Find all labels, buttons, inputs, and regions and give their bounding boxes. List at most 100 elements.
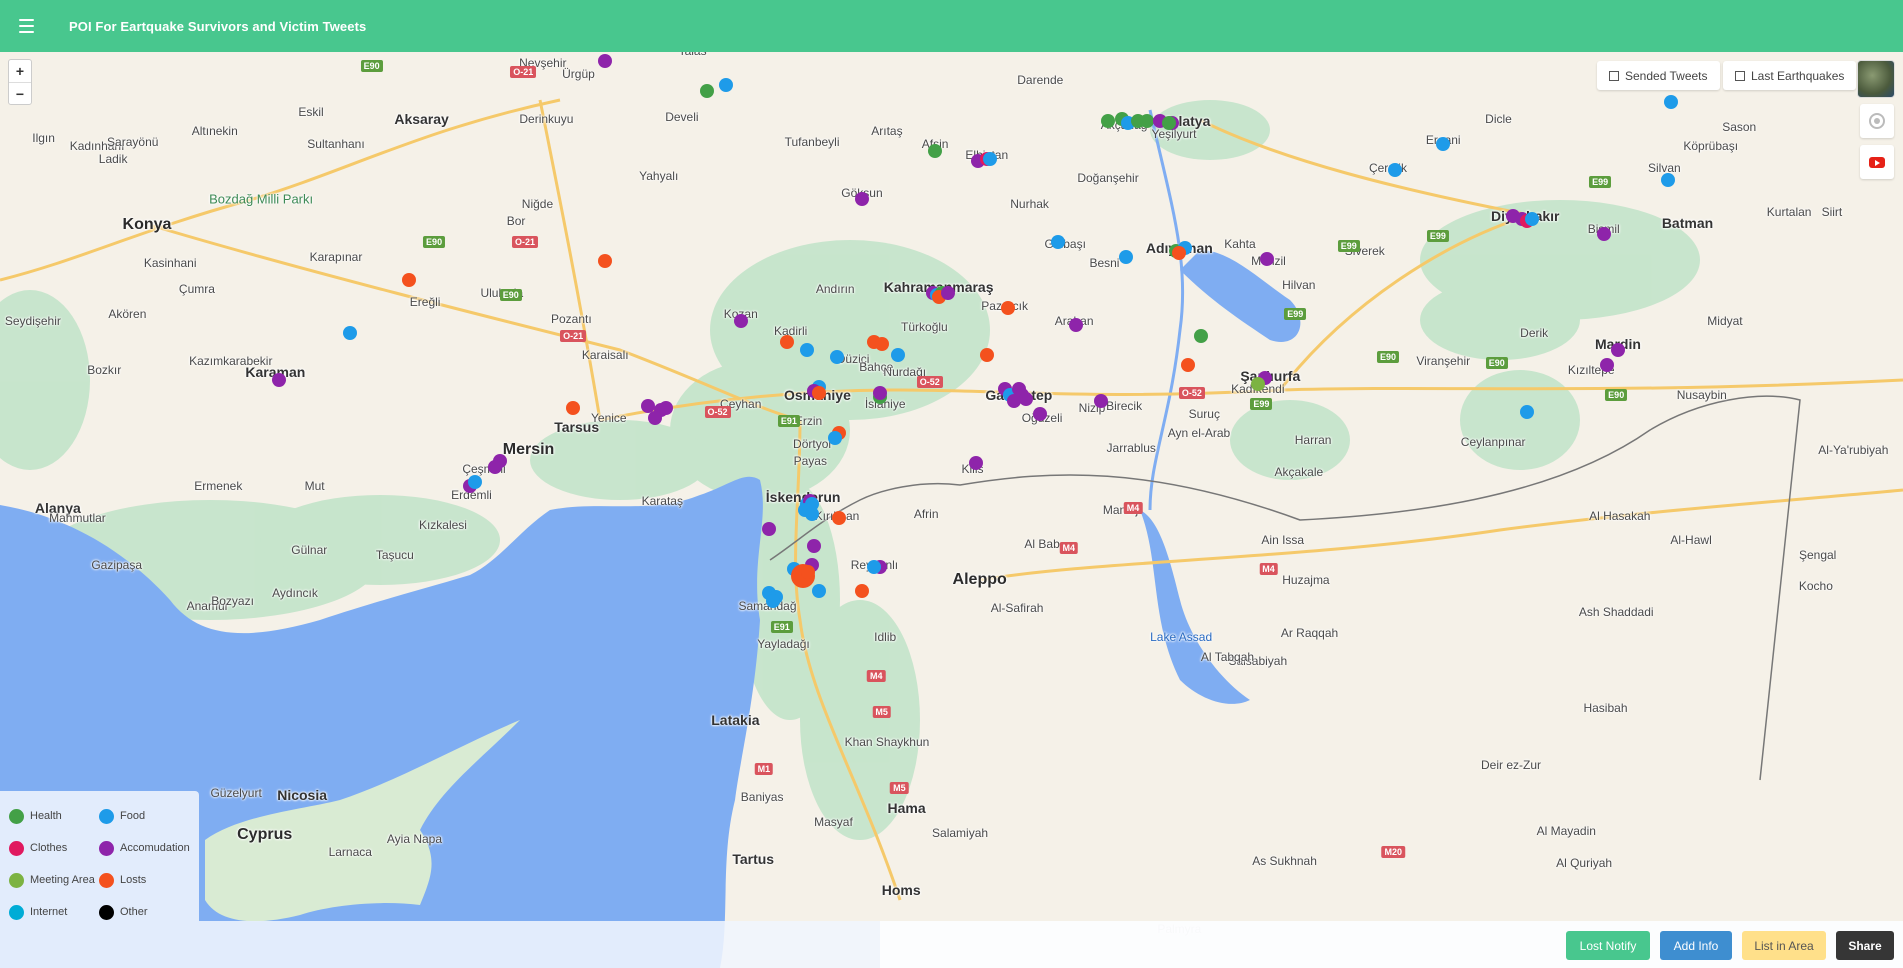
poi-marker-losts[interactable] <box>831 511 846 526</box>
poi-marker-accomudation[interactable] <box>806 539 821 554</box>
app-title: POI For Eartquake Survivors and Victim T… <box>69 18 367 34</box>
road-shield-e90: E90 <box>1605 389 1628 402</box>
poi-marker-accomudation[interactable] <box>1033 407 1048 422</box>
poi-marker-losts[interactable] <box>874 337 889 352</box>
hamburger-menu-icon[interactable] <box>0 0 52 52</box>
poi-marker-accomudation[interactable] <box>598 54 613 69</box>
last-earthquakes-checkbox[interactable] <box>1735 70 1745 81</box>
poi-marker-food[interactable] <box>1660 173 1675 188</box>
poi-marker-food[interactable] <box>805 507 820 522</box>
road-shield-e91: E91 <box>770 620 793 633</box>
poi-marker-food[interactable] <box>867 560 882 575</box>
poi-marker-losts[interactable] <box>1181 358 1196 373</box>
share-button[interactable]: Share <box>1836 931 1894 960</box>
poi-marker-accomudation[interactable] <box>1610 343 1625 358</box>
poi-marker-accomudation[interactable] <box>658 400 673 415</box>
poi-marker-food[interactable] <box>828 430 843 445</box>
last-earthquakes-toggle[interactable]: Last Earthquakes <box>1723 61 1857 90</box>
road-shield-m4: M4 <box>1259 563 1278 576</box>
locate-icon <box>1869 113 1885 129</box>
poi-marker-losts[interactable] <box>566 400 581 415</box>
poi-marker-food[interactable] <box>1436 137 1451 152</box>
poi-marker-food[interactable] <box>1520 405 1535 420</box>
poi-marker-food[interactable] <box>983 152 998 167</box>
locate-button[interactable] <box>1860 104 1894 138</box>
lost-notify-button[interactable]: Lost Notify <box>1566 931 1650 960</box>
poi-marker-food[interactable] <box>1525 211 1540 226</box>
poi-marker-food[interactable] <box>1664 94 1679 109</box>
zoom-in-button[interactable]: + <box>9 60 31 82</box>
poi-marker-accomudation[interactable] <box>487 460 502 475</box>
poi-marker-losts[interactable] <box>598 254 613 269</box>
app-root: POI For Eartquake Survivors and Victim T… <box>0 0 1903 968</box>
poi-marker-accomudation[interactable] <box>1068 317 1083 332</box>
poi-marker-food[interactable] <box>1051 235 1066 249</box>
legend-label: Health <box>30 810 62 822</box>
poi-marker-losts[interactable] <box>854 583 869 598</box>
legend-item-health: Health <box>9 807 99 825</box>
poi-marker-accomudation[interactable] <box>1596 226 1611 241</box>
poi-marker-food[interactable] <box>765 594 780 609</box>
poi-marker-accomudation[interactable] <box>854 192 869 207</box>
poi-marker-losts[interactable] <box>402 273 417 288</box>
poi-marker-food[interactable] <box>890 347 905 362</box>
poi-marker-accomudation[interactable] <box>733 313 748 328</box>
poi-marker-food[interactable] <box>1388 162 1403 177</box>
poi-marker-accomudation[interactable] <box>271 373 286 388</box>
poi-marker-losts[interactable] <box>1172 245 1187 260</box>
poi-marker-health[interactable] <box>1193 328 1208 343</box>
poi-marker-food[interactable] <box>799 343 814 358</box>
poi-marker-meeting-area[interactable] <box>1250 377 1265 392</box>
satellite-layer-icon[interactable] <box>1857 60 1895 98</box>
list-in-area-button[interactable]: List in Area <box>1742 931 1826 960</box>
legend-item-accomudation: Accomudation <box>99 839 199 857</box>
poi-marker-accomudation[interactable] <box>969 456 984 471</box>
poi-marker-accomudation[interactable] <box>762 522 777 537</box>
legend-item-clothes: Clothes <box>9 839 99 857</box>
poi-marker-losts[interactable] <box>801 564 816 579</box>
poi-marker-accomudation[interactable] <box>940 286 955 301</box>
legend-label: Clothes <box>30 842 68 854</box>
map-canvas[interactable]: KonyaAksarayKaramanMersinAlanyaKahramanm… <box>0 52 1903 968</box>
poi-marker-health[interactable] <box>928 143 943 158</box>
road-shield-o-52: O-52 <box>704 406 731 419</box>
poi-marker-health[interactable] <box>1101 113 1116 128</box>
poi-marker-accomudation[interactable] <box>648 411 663 426</box>
poi-marker-food[interactable] <box>830 349 845 364</box>
poi-marker-health[interactable] <box>1161 115 1176 130</box>
top-app-bar: POI For Eartquake Survivors and Victim T… <box>0 0 1903 52</box>
poi-marker-food[interactable] <box>812 583 827 598</box>
road-shield-m4: M4 <box>1059 542 1079 555</box>
road-shield-o-21: O-21 <box>510 65 537 78</box>
road-shield-e90: E90 <box>1485 357 1508 370</box>
poi-marker-food[interactable] <box>343 326 358 341</box>
poi-marker-accomudation[interactable] <box>1019 392 1034 407</box>
poi-marker-accomudation[interactable] <box>1093 394 1108 409</box>
sended-tweets-checkbox[interactable] <box>1609 70 1619 81</box>
road-shield-m4: M4 <box>1123 501 1143 514</box>
zoom-out-button[interactable]: − <box>9 82 31 104</box>
poi-marker-accomudation[interactable] <box>1259 252 1274 267</box>
poi-marker-food[interactable] <box>468 475 483 490</box>
add-info-button[interactable]: Add Info <box>1660 931 1732 960</box>
sended-tweets-toggle[interactable]: Sended Tweets <box>1597 61 1720 90</box>
poi-marker-losts[interactable] <box>780 334 795 349</box>
legend-label: Food <box>120 810 146 822</box>
legend-item-losts: Losts <box>99 871 199 889</box>
legend-label: Meeting Area <box>30 874 95 886</box>
road-shield-m4: M4 <box>866 669 886 682</box>
poi-marker-food[interactable] <box>1118 249 1133 264</box>
poi-marker-accomudation[interactable] <box>1600 358 1615 373</box>
poi-marker-losts[interactable] <box>1001 300 1016 315</box>
youtube-button[interactable] <box>1860 145 1894 179</box>
poi-marker-health[interactable] <box>699 84 714 99</box>
last-earthquakes-label: Last Earthquakes <box>1751 68 1845 83</box>
poi-marker-losts[interactable] <box>979 347 994 362</box>
road-shield-o-21: O-21 <box>511 236 538 248</box>
road-shield-m5: M5 <box>872 705 891 718</box>
poi-marker-food[interactable] <box>719 77 734 92</box>
legend-swatch-icon <box>99 872 114 888</box>
road-shield-m1: M1 <box>754 763 774 776</box>
poi-marker-accomudation[interactable] <box>872 385 887 400</box>
poi-marker-losts[interactable] <box>812 385 827 400</box>
